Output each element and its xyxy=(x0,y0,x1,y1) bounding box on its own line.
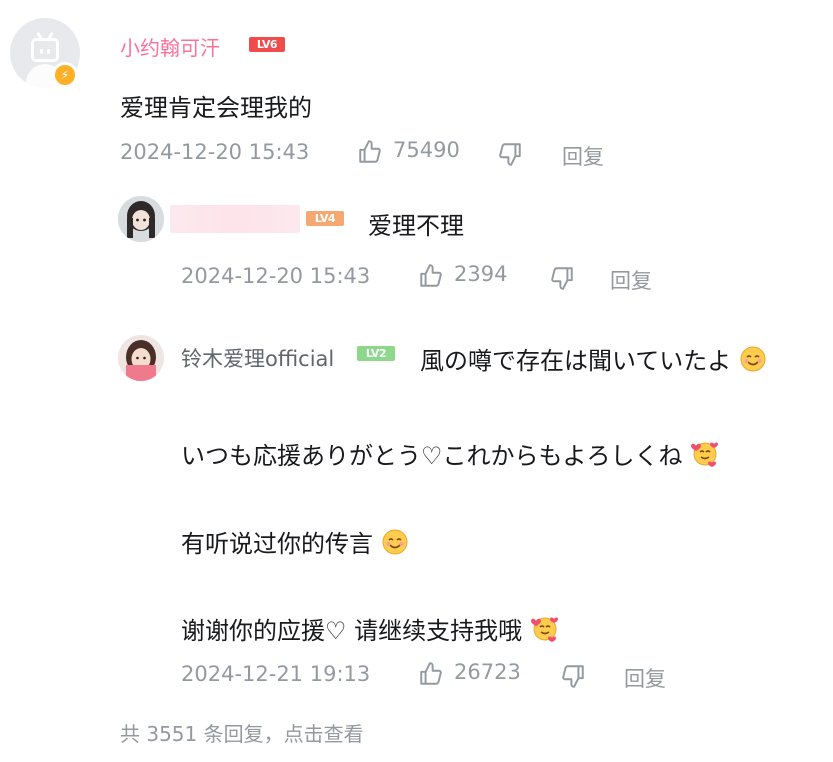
reply-button[interactable]: 回复 xyxy=(562,141,604,171)
avatar[interactable] xyxy=(118,196,164,242)
like-count: 75490 xyxy=(393,138,460,162)
reply-button[interactable]: 回复 xyxy=(610,265,652,295)
level-badge: LV6 xyxy=(249,37,285,52)
like-count: 26723 xyxy=(454,660,521,684)
smile-emoji-icon xyxy=(381,528,409,562)
like-icon[interactable] xyxy=(357,139,383,165)
dislike-icon[interactable] xyxy=(560,663,586,689)
dislike-icon[interactable] xyxy=(549,265,575,291)
avatar[interactable] xyxy=(118,335,164,381)
timestamp: 2024-12-20 15:43 xyxy=(120,140,310,164)
reply-text-line: 有听说过你的传言 xyxy=(181,524,409,562)
username[interactable]: 小约翰可汗 xyxy=(120,32,220,61)
reply-text: 爱理不理 xyxy=(368,212,464,240)
reply-text-line: 風の噂で存在は聞いていたよ xyxy=(420,341,767,379)
level-badge: LV2 xyxy=(357,346,395,361)
level-badge: LV4 xyxy=(306,211,344,226)
hug-emoji-icon xyxy=(530,614,560,650)
like-icon[interactable] xyxy=(418,263,444,289)
view-more-replies-link[interactable]: 共 3551 条回复，点击查看 xyxy=(120,718,364,747)
reply-button[interactable]: 回复 xyxy=(624,663,666,693)
hug-emoji-icon xyxy=(690,439,720,475)
reply-text-line: 谢谢你的应援♡ 请继续支持我哦 xyxy=(181,611,560,650)
smile-emoji-icon xyxy=(739,345,767,379)
timestamp: 2024-12-20 15:43 xyxy=(181,264,371,288)
like-count: 2394 xyxy=(454,262,508,286)
username[interactable] xyxy=(170,205,300,233)
timestamp: 2024-12-21 19:13 xyxy=(181,662,371,686)
reply-text-line: いつも応援ありがとう♡これからもよろしくね xyxy=(181,436,720,475)
tv-avatar-icon xyxy=(31,38,59,62)
like-icon[interactable] xyxy=(418,661,444,687)
comment-text: 爱理肯定会理我的 xyxy=(120,94,312,122)
dislike-icon[interactable] xyxy=(497,141,523,167)
username[interactable]: 铃木爱理official xyxy=(181,343,334,373)
bolt-badge-icon: ⚡ xyxy=(52,62,78,88)
